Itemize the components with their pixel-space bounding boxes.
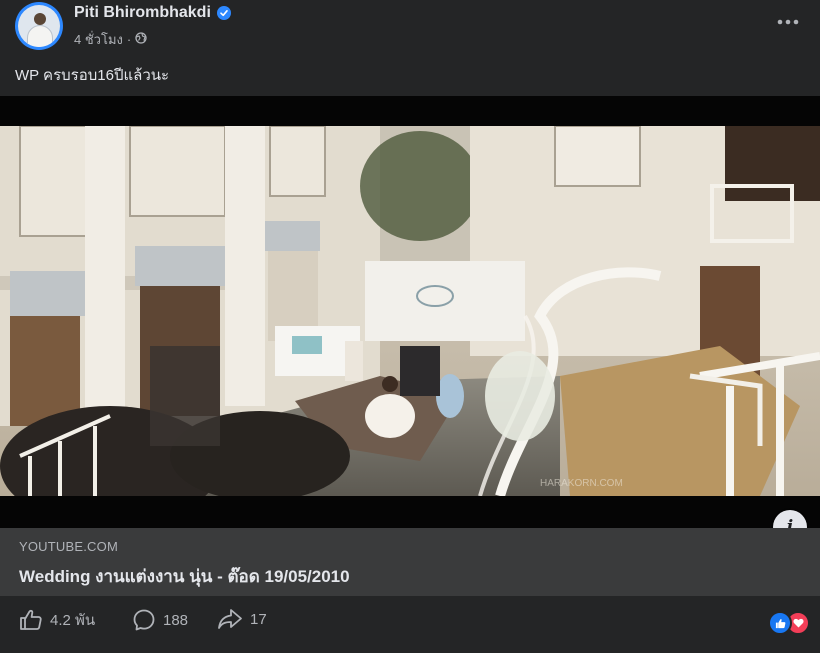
link-domain: YOUTUBE.COM [19, 539, 118, 554]
post-text: WP ครบรอบ16ปีแล้วนะ [15, 67, 170, 84]
globe-icon[interactable] [135, 32, 147, 47]
comment-button[interactable]: 188 [132, 608, 188, 632]
engagement-bar: 4.2 พัน 188 17 [0, 596, 820, 653]
video-thumbnail[interactable]: HARAKORN.COM [0, 96, 820, 528]
thumbs-up-icon [20, 609, 42, 630]
avatar-photo [18, 5, 60, 47]
post-timestamp[interactable]: 4 ชั่วโมง [74, 29, 123, 50]
like-count: 4.2 พัน [50, 612, 96, 629]
video-frame: HARAKORN.COM [0, 126, 820, 496]
author-name[interactable]: Piti Bhirombhakdi [74, 4, 211, 22]
share-icon [218, 609, 242, 629]
link-preview[interactable]: YOUTUBE.COM Wedding งานแต่งงาน นุ่น - ต๊… [0, 528, 820, 596]
comment-icon [133, 609, 155, 631]
share-count: 17 [250, 610, 267, 628]
video-watermark: HARAKORN.COM [540, 478, 623, 489]
author-name-row: Piti Bhirombhakdi [74, 4, 231, 22]
more-options-button[interactable] [770, 8, 806, 36]
verified-badge-icon [216, 6, 231, 20]
post-header: Piti Bhirombhakdi 4 ชั่วโมง · [0, 0, 820, 60]
wedding-scene-image: HARAKORN.COM [0, 126, 820, 496]
link-title[interactable]: Wedding งานแต่งงาน นุ่น - ต๊อด 19/05/201… [19, 563, 350, 590]
share-button[interactable]: 17 [217, 608, 267, 630]
like-button[interactable]: 4.2 พัน [19, 608, 95, 632]
like-reaction-icon [768, 611, 792, 635]
comment-count: 188 [163, 611, 189, 629]
post-meta: 4 ชั่วโมง · [74, 29, 147, 50]
author-avatar[interactable] [15, 2, 63, 50]
more-options-icon [777, 19, 799, 25]
meta-separator: · [126, 32, 132, 47]
reaction-summary[interactable] [768, 611, 812, 635]
